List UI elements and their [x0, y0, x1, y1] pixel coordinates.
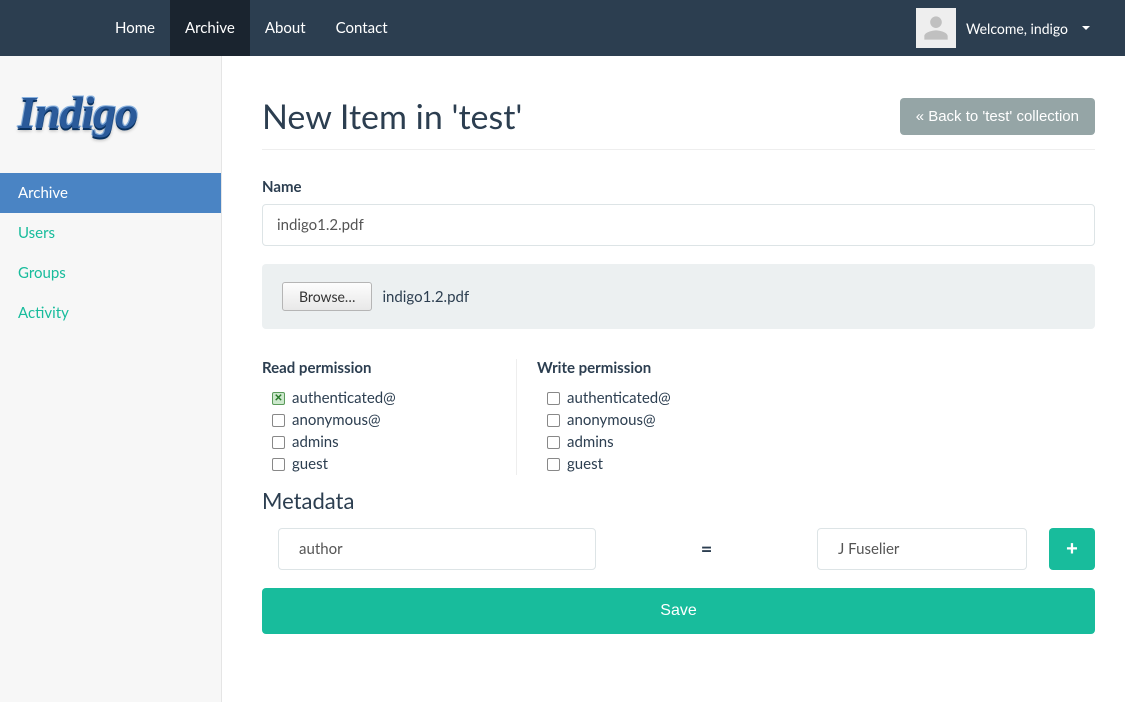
- metadata-row: = +: [262, 528, 1095, 570]
- user-menu[interactable]: Welcome, indigo: [916, 0, 1090, 56]
- write-permission-col: Write permission authenticated@ anonymou…: [517, 359, 772, 475]
- back-button[interactable]: « Back to 'test' collection: [900, 98, 1095, 135]
- nav-archive[interactable]: Archive: [170, 0, 250, 56]
- chevron-down-icon: [1082, 26, 1090, 30]
- checkbox-icon[interactable]: [547, 414, 560, 427]
- save-button[interactable]: Save: [262, 588, 1095, 634]
- page-header: New Item in 'test' « Back to 'test' coll…: [262, 96, 1095, 150]
- checkbox-icon[interactable]: [272, 458, 285, 471]
- nav-contact[interactable]: Contact: [321, 0, 403, 56]
- equals-sign: =: [596, 537, 817, 561]
- name-label: Name: [262, 178, 1095, 196]
- user-icon: [922, 14, 950, 42]
- checkbox-icon[interactable]: [547, 436, 560, 449]
- read-permission-col: Read permission authenticated@ anonymous…: [262, 359, 517, 475]
- write-perm-anonymous[interactable]: anonymous@: [547, 409, 757, 431]
- sidebar-item-activity[interactable]: Activity: [0, 293, 221, 333]
- name-group: Name: [262, 178, 1095, 246]
- nav-about[interactable]: About: [250, 0, 321, 56]
- sidebar-nav: Archive Users Groups Activity: [0, 173, 221, 333]
- metadata-key-input[interactable]: [278, 528, 596, 570]
- brand-text: Indigo: [18, 86, 203, 139]
- sidebar: Indigo Archive Users Groups Activity: [0, 56, 222, 702]
- selected-file-name: indigo1.2.pdf: [382, 288, 469, 306]
- metadata-value-input[interactable]: [817, 528, 1027, 570]
- write-perm-admins[interactable]: admins: [547, 431, 757, 453]
- checkbox-icon[interactable]: [547, 392, 560, 405]
- read-perm-anonymous[interactable]: anonymous@: [272, 409, 501, 431]
- checkbox-icon[interactable]: [272, 436, 285, 449]
- read-perm-authenticated[interactable]: authenticated@: [272, 387, 501, 409]
- sidebar-item-users[interactable]: Users: [0, 213, 221, 253]
- checkbox-icon[interactable]: [272, 392, 285, 405]
- browse-button[interactable]: Browse…: [282, 282, 372, 311]
- read-permission-label: Read permission: [262, 359, 501, 377]
- write-perm-guest[interactable]: guest: [547, 453, 757, 475]
- add-metadata-button[interactable]: +: [1049, 528, 1095, 570]
- checkbox-icon[interactable]: [272, 414, 285, 427]
- avatar: [916, 8, 956, 48]
- checkbox-icon[interactable]: [547, 458, 560, 471]
- name-input[interactable]: [262, 204, 1095, 246]
- sidebar-item-archive[interactable]: Archive: [0, 173, 221, 213]
- welcome-text: Welcome, indigo: [966, 20, 1068, 37]
- write-permission-label: Write permission: [537, 359, 757, 377]
- nav-home[interactable]: Home: [100, 0, 170, 56]
- write-perm-authenticated[interactable]: authenticated@: [547, 387, 757, 409]
- file-upload-well: Browse… indigo1.2.pdf: [262, 264, 1095, 329]
- nav-left: Home Archive About Contact: [100, 0, 403, 56]
- metadata-heading: Metadata: [262, 487, 1095, 514]
- brand-logo: Indigo: [0, 56, 221, 173]
- main-content: New Item in 'test' « Back to 'test' coll…: [222, 56, 1125, 702]
- permissions-row: Read permission authenticated@ anonymous…: [262, 359, 1095, 475]
- top-navbar: Home Archive About Contact Welcome, indi…: [0, 0, 1125, 56]
- read-perm-guest[interactable]: guest: [272, 453, 501, 475]
- page-title: New Item in 'test': [262, 96, 522, 137]
- plus-icon: +: [1066, 538, 1078, 561]
- sidebar-item-groups[interactable]: Groups: [0, 253, 221, 293]
- read-perm-admins[interactable]: admins: [272, 431, 501, 453]
